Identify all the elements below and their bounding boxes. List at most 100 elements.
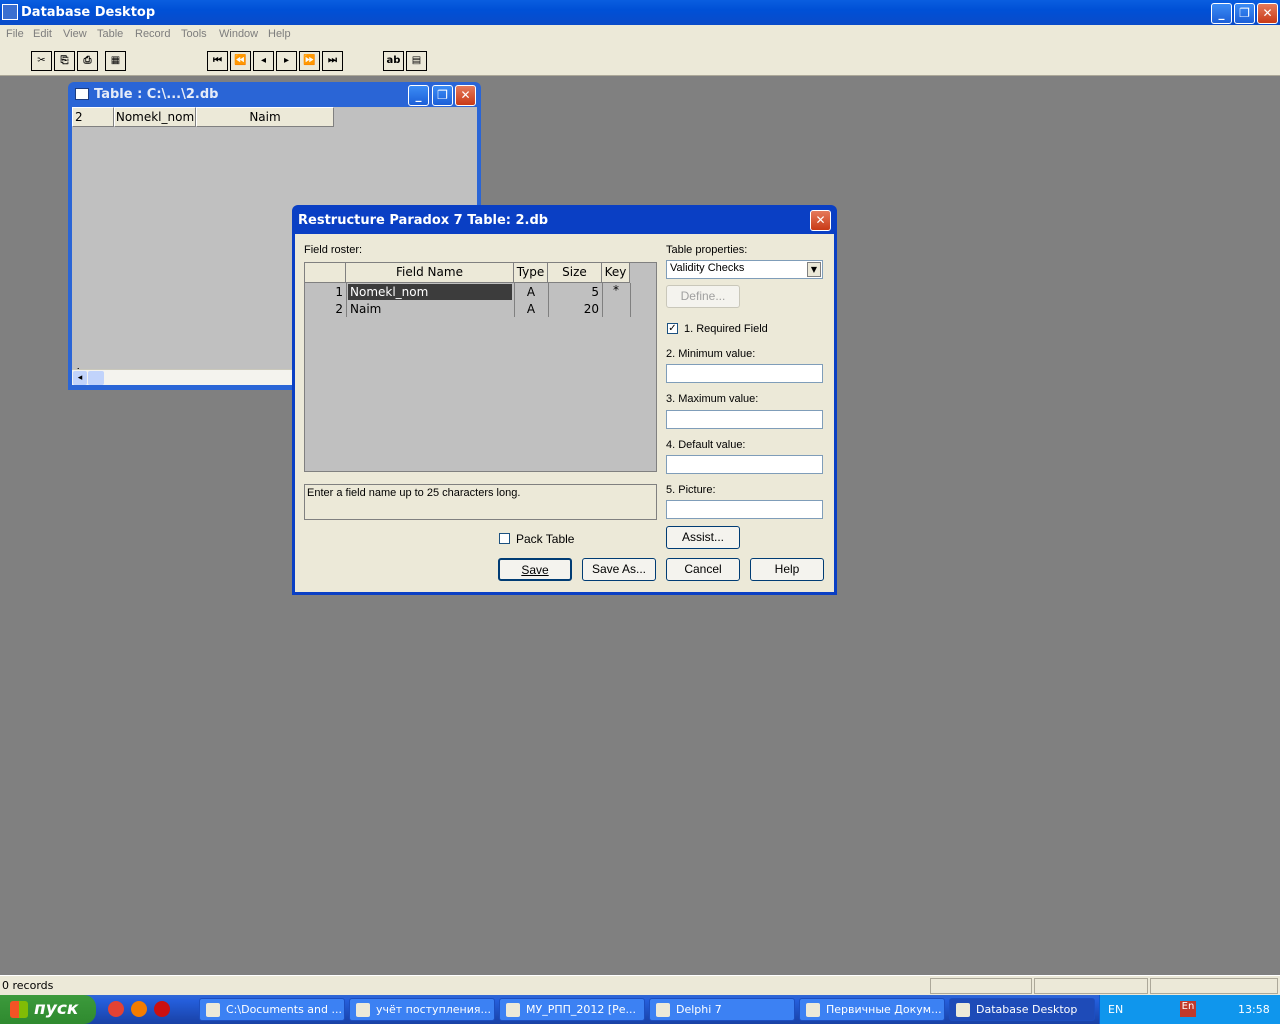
field-name-cell[interactable]: Naim bbox=[348, 301, 512, 317]
copy-icon[interactable]: ⎘ bbox=[54, 51, 75, 71]
task-explorer[interactable]: C:\Documents and ... bbox=[199, 998, 345, 1021]
roster-header-num bbox=[305, 263, 346, 283]
table-maximize-button[interactable]: ❐ bbox=[432, 85, 453, 106]
edit-data-icon[interactable]: ▤ bbox=[406, 51, 427, 71]
task-delphi[interactable]: Delphi 7 bbox=[649, 998, 795, 1021]
min-value-label: 2. Minimum value: bbox=[666, 348, 756, 360]
maximize-button[interactable]: ❐ bbox=[1234, 3, 1255, 24]
keyboard-layout-icon[interactable]: En bbox=[1180, 1001, 1196, 1017]
menu-record[interactable]: Record bbox=[135, 28, 170, 40]
start-button[interactable]: пуск bbox=[0, 995, 96, 1024]
roster-header-size: Size bbox=[548, 263, 602, 283]
type-cell[interactable]: A bbox=[515, 284, 547, 300]
menu-file[interactable]: File bbox=[6, 28, 24, 40]
language-indicator[interactable]: EN bbox=[1108, 1003, 1123, 1016]
max-value-label: 3. Maximum value: bbox=[666, 393, 759, 405]
roster-header-type: Type bbox=[514, 263, 548, 283]
key-cell[interactable] bbox=[603, 301, 629, 317]
table-properties-select[interactable]: Validity Checks bbox=[666, 260, 823, 279]
assist-button[interactable]: Assist... bbox=[666, 526, 740, 549]
required-field-label: 1. Required Field bbox=[684, 323, 768, 335]
chrome-icon[interactable] bbox=[108, 1001, 124, 1017]
status-panel bbox=[1034, 978, 1148, 994]
first-record-icon[interactable]: ⏮ bbox=[207, 51, 228, 71]
table-window-title: Table : C:\...\2.db bbox=[94, 87, 219, 102]
task-documents[interactable]: Первичные Докум... bbox=[799, 998, 945, 1021]
menu-help[interactable]: Help bbox=[268, 28, 291, 40]
key-cell[interactable]: * bbox=[603, 282, 629, 298]
toolbar: ✂ ⎘ ⎙ ▦ ⏮ ⏪ ◂ ▸ ⏩ ⏭ ab ▤ bbox=[0, 45, 1280, 76]
view-data-icon[interactable]: ▦ bbox=[105, 51, 126, 71]
database-icon bbox=[956, 1003, 970, 1017]
edit-field-icon[interactable]: ab bbox=[383, 51, 404, 71]
min-value-input[interactable] bbox=[666, 364, 823, 383]
menu-window[interactable]: Window bbox=[219, 28, 258, 40]
row-number: 2 bbox=[335, 302, 343, 316]
close-button[interactable]: ✕ bbox=[1257, 3, 1278, 24]
delphi-icon bbox=[656, 1003, 670, 1017]
scroll-thumb[interactable] bbox=[88, 371, 104, 385]
field-roster-label: Field roster: bbox=[304, 244, 363, 256]
chevron-down-icon[interactable]: ▼ bbox=[807, 262, 821, 277]
type-cell[interactable]: A bbox=[515, 301, 547, 317]
clock[interactable]: 13:58 bbox=[1238, 1003, 1270, 1016]
paste-icon[interactable]: ⎙ bbox=[77, 51, 98, 71]
define-button[interactable]: Define... bbox=[666, 285, 740, 308]
cut-icon[interactable]: ✂ bbox=[31, 51, 52, 71]
word-icon bbox=[356, 1003, 370, 1017]
row-number: 1 bbox=[335, 285, 343, 299]
table-close-button[interactable]: ✕ bbox=[455, 85, 476, 106]
app-title: Database Desktop bbox=[21, 5, 156, 20]
task-database-desktop[interactable]: Database Desktop bbox=[949, 998, 1095, 1021]
status-panel bbox=[930, 978, 1032, 994]
next-record-icon[interactable]: ▸ bbox=[276, 51, 297, 71]
restructure-dialog: Restructure Paradox 7 Table: 2.db ✕ Fiel… bbox=[292, 205, 837, 595]
max-value-input[interactable] bbox=[666, 410, 823, 429]
size-cell[interactable]: 20 bbox=[549, 301, 599, 317]
picture-label: 5. Picture: bbox=[666, 484, 716, 496]
column-header[interactable]: Naim bbox=[196, 107, 334, 127]
table-minimize-button[interactable]: _ bbox=[408, 85, 429, 106]
roster-header-field-name: Field Name bbox=[346, 263, 514, 283]
cancel-button[interactable]: Cancel bbox=[666, 558, 740, 581]
default-value-input[interactable] bbox=[666, 455, 823, 474]
help-button[interactable]: Help bbox=[750, 558, 824, 581]
roster-header-key: Key bbox=[602, 263, 630, 283]
menu-bar: File Edit View Table Record Tools Window… bbox=[0, 25, 1280, 45]
dialog-close-button[interactable]: ✕ bbox=[810, 210, 831, 231]
task-word-doc-1[interactable]: учёт поступления... bbox=[349, 998, 495, 1021]
next-set-icon[interactable]: ⏩ bbox=[299, 51, 320, 71]
opera-icon[interactable] bbox=[154, 1001, 170, 1017]
field-roster-grid[interactable]: Field Name Type Size Key 1 Nomekl_nom A … bbox=[304, 262, 657, 472]
menu-tools[interactable]: Tools bbox=[181, 28, 207, 40]
save-button[interactable]: Save bbox=[498, 558, 572, 581]
prev-record-icon[interactable]: ◂ bbox=[253, 51, 274, 71]
windows-logo-icon bbox=[10, 1001, 28, 1018]
size-cell[interactable]: 5 bbox=[549, 284, 599, 300]
prev-set-icon[interactable]: ⏪ bbox=[230, 51, 251, 71]
record-count: 0 records bbox=[2, 979, 54, 992]
pack-table-checkbox[interactable] bbox=[499, 533, 510, 544]
status-bar: 0 records bbox=[0, 975, 1280, 995]
menu-edit[interactable]: Edit bbox=[33, 28, 52, 40]
hint-box: Enter a field name up to 25 characters l… bbox=[304, 484, 657, 520]
app-icon bbox=[2, 4, 18, 20]
app-icon bbox=[806, 1003, 820, 1017]
firefox-icon[interactable] bbox=[131, 1001, 147, 1017]
last-record-icon[interactable]: ⏭ bbox=[322, 51, 343, 71]
column-header[interactable]: 2 bbox=[72, 107, 114, 127]
menu-view[interactable]: View bbox=[63, 28, 87, 40]
column-header[interactable]: Nomekl_nom bbox=[114, 107, 196, 127]
field-name-cell-selected[interactable]: Nomekl_nom bbox=[348, 284, 512, 300]
word-icon bbox=[506, 1003, 520, 1017]
required-field-checkbox[interactable]: ✓ bbox=[667, 323, 678, 334]
picture-input[interactable] bbox=[666, 500, 823, 519]
save-as-button[interactable]: Save As... bbox=[582, 558, 656, 581]
default-value-label: 4. Default value: bbox=[666, 439, 746, 451]
menu-table[interactable]: Table bbox=[97, 28, 123, 40]
scroll-left-button[interactable]: ◂ bbox=[73, 371, 87, 385]
task-word-doc-2[interactable]: МУ_РПП_2012 [Ре... bbox=[499, 998, 645, 1021]
taskbar: пуск C:\Documents and ... учёт поступлен… bbox=[0, 995, 1280, 1024]
start-label: пуск bbox=[34, 999, 79, 1019]
minimize-button[interactable]: _ bbox=[1211, 3, 1232, 24]
